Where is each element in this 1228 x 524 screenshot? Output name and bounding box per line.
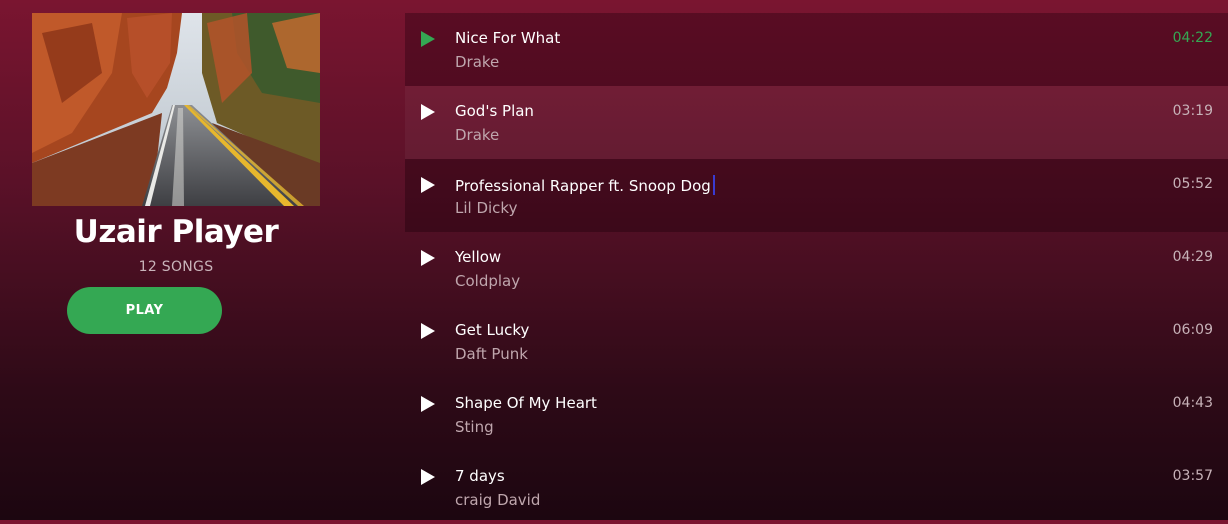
song-row[interactable]: Nice For What Drake 04:22	[405, 13, 1228, 86]
song-row[interactable]: Shape Of My Heart Sting 04:43	[405, 378, 1228, 451]
song-list: Nice For What Drake 04:22 God's Plan Dra…	[405, 13, 1228, 524]
song-artist: craig David	[455, 491, 541, 509]
song-duration: 05:52	[1172, 176, 1213, 192]
play-icon[interactable]	[419, 395, 437, 413]
song-artist: Lil Dicky	[455, 199, 518, 217]
song-title: Get Lucky	[455, 321, 530, 339]
song-row[interactable]: Yellow Coldplay 04:29	[405, 232, 1228, 305]
play-icon[interactable]	[419, 176, 437, 194]
play-icon[interactable]	[419, 103, 437, 121]
song-duration: 04:22	[1172, 30, 1213, 46]
song-title-wrap: Professional Rapper ft. Snoop Dog	[455, 175, 715, 195]
song-row[interactable]: Get Lucky Daft Punk 06:09	[405, 305, 1228, 378]
play-icon[interactable]	[419, 322, 437, 340]
song-artist: Coldplay	[455, 272, 521, 290]
play-icon[interactable]	[419, 30, 437, 48]
song-title: Nice For What	[455, 29, 561, 47]
text-cursor	[712, 175, 715, 195]
song-artist: Daft Punk	[455, 345, 528, 363]
album-panel: Uzair Player 12 SONGS	[32, 13, 320, 275]
song-title: Shape Of My Heart	[455, 394, 597, 412]
player-title: Uzair Player	[73, 214, 279, 250]
song-row[interactable]: God's Plan Drake 03:19	[405, 86, 1228, 159]
song-duration: 03:19	[1172, 103, 1213, 119]
song-duration: 03:57	[1172, 468, 1213, 484]
song-row[interactable]: 7 days craig David 03:57	[405, 451, 1228, 524]
song-count: 12 SONGS	[138, 259, 214, 275]
song-duration: 04:43	[1172, 395, 1213, 411]
song-duration: 04:29	[1172, 249, 1213, 265]
song-title: Yellow	[455, 248, 502, 266]
album-cover-image	[32, 13, 320, 206]
play-icon[interactable]	[419, 468, 437, 486]
song-artist: Drake	[455, 126, 500, 144]
song-title: God's Plan	[455, 102, 534, 120]
song-title: 7 days	[455, 467, 505, 485]
song-artist: Sting	[455, 418, 494, 436]
song-artist: Drake	[455, 53, 500, 71]
song-title: Professional Rapper ft. Snoop Dog	[455, 177, 711, 195]
play-icon[interactable]	[419, 249, 437, 267]
play-all-button[interactable]: PLAY	[67, 287, 222, 334]
song-duration: 06:09	[1172, 322, 1213, 338]
song-row[interactable]: Professional Rapper ft. Snoop Dog Lil Di…	[405, 159, 1228, 232]
